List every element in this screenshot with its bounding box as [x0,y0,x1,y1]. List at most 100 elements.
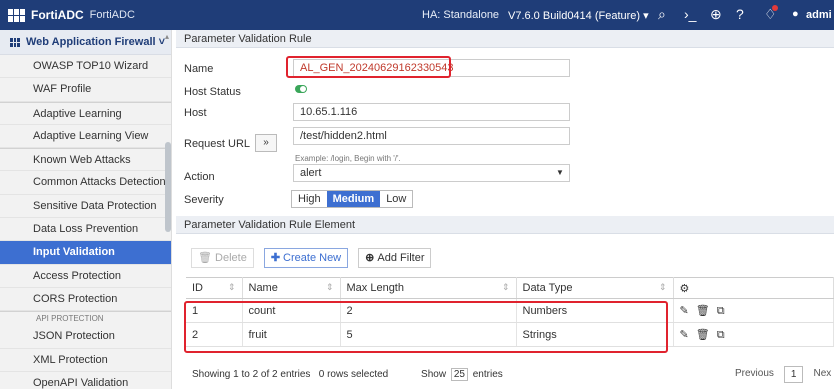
request-url-field[interactable]: /test/hidden2.html [293,127,570,145]
column-id-label: ID [192,282,203,294]
host-field[interactable]: 10.65.1.116 [293,103,570,121]
sort-icon: ⇕ [227,282,236,292]
column-max-length-label: Max Length [346,282,404,294]
trash-icon[interactable]: 🗑 [696,305,710,317]
host-label: Host [184,107,207,119]
sidebar-item-input-validation[interactable]: Input Validation [0,241,171,265]
sidebar: Web Application Firewall ˅ OWASP TOP10 W… [0,30,172,389]
show-label: Show [421,369,447,380]
sidebar-item-access-protection[interactable]: Access Protection [0,265,171,288]
logo[interactable]: FortiADC FortiADC [8,8,135,22]
waf-icon [10,37,20,47]
sidebar-item-common-attacks[interactable]: Common Attacks Detection [0,171,171,195]
request-url-hint: Example: /login, Begin with '/'. [295,154,401,163]
scroll-thumb[interactable] [165,142,171,232]
rows-highlight [184,301,668,353]
sidebar-item-data-loss-prevention[interactable]: Data Loss Prevention [0,218,171,242]
version-text: V7.6.0 Build0414 (Feature) [508,10,641,22]
pagination: Previous 1 Nex [729,366,834,383]
sidebar-item-xml-protection[interactable]: XML Protection [0,349,171,372]
element-toolbar: 🗑 Delete ✚ Create New ⊕ Add Filter [191,248,441,268]
help-icon[interactable]: ? [736,6,744,22]
page-1-button[interactable]: 1 [783,366,804,383]
scroll-up-icon[interactable]: ▴ [165,32,169,41]
chevron-down-icon: ▼ [556,168,564,177]
column-data-type-label: Data Type [522,282,573,294]
name-highlight [286,56,451,78]
fortinet-logo-icon [8,8,25,22]
severity-label: Severity [184,194,224,206]
host-status-toggle[interactable] [295,85,307,93]
user-icon: ● [792,8,799,20]
sidebar-item-adaptive-learning-view[interactable]: Adaptive Learning View [0,125,171,149]
rows-selected: 0 rows selected [318,369,389,380]
main-content: Parameter Validation Rule Name AL_GEN_20… [176,30,834,389]
sidebar-header-waf[interactable]: Web Application Firewall ˅ [0,30,171,55]
trash-icon[interactable]: 🗑 [696,329,710,341]
notification-badge [772,5,778,11]
severity-high-button[interactable]: High [292,191,327,207]
rule-section-title: Parameter Validation Rule [176,30,834,48]
column-name[interactable]: Name ⇕ [242,277,341,299]
host-status-label: Host Status [184,86,241,98]
clone-icon[interactable]: ⧉ [717,305,725,317]
create-new-button[interactable]: ✚ Create New [263,248,349,268]
cli-console-icon[interactable]: ›_ [684,6,696,22]
sidebar-item-waf-profile[interactable]: WAF Profile [0,78,171,102]
add-circle-icon: ⊕ [365,252,375,264]
action-label: Action [184,171,215,183]
column-name-label: Name [248,282,278,294]
entries-summary: Showing 1 to 2 of 2 entries [192,369,311,380]
name-label: Name [184,63,214,75]
sidebar-item-owasp-wizard[interactable]: OWASP TOP10 Wizard [0,55,171,79]
action-select[interactable]: alert [293,164,570,182]
sidebar-item-json-protection[interactable]: JSON Protection [0,325,171,349]
sidebar-item-openapi-validation[interactable]: OpenAPI Validation [0,372,171,389]
next-page-button[interactable]: Nex [807,366,834,383]
sidebar-item-known-web-attacks[interactable]: Known Web Attacks [0,148,171,172]
add-filter-button[interactable]: ⊕ Add Filter [358,248,432,268]
request-url-expand-button[interactable]: » [255,134,277,152]
top-bar: FortiADC FortiADC HA: Standalone V7.6.0 … [0,0,834,30]
previous-page-button[interactable]: Previous [729,366,780,383]
sort-icon: ⇕ [658,282,667,292]
sidebar-item-adaptive-learning[interactable]: Adaptive Learning [0,101,171,125]
element-section-title: Parameter Validation Rule Element [176,216,834,234]
search-icon[interactable]: ⌕ [658,6,666,23]
add-filter-label: Add Filter [377,252,425,264]
column-max-length[interactable]: Max Length ⇕ [340,277,517,299]
severity-selector: High Medium Low [291,190,414,208]
table-header-row: ID ⇕ Name ⇕ Max Length ⇕ Data Type ⇕ ⚙ [186,277,834,299]
admin-user-menu[interactable]: admi [806,9,832,21]
edit-pencil-icon[interactable]: ✎ [680,329,689,341]
sort-icon: ⇕ [325,282,334,292]
sidebar-header-label: Web Application Firewall [26,36,156,48]
sidebar-item-cors-protection[interactable]: CORS Protection [0,288,171,312]
cell-actions: ✎ 🗑 ⧉ [673,298,834,323]
delete-label: Delete [215,252,247,264]
sidebar-scrollbar[interactable]: ▴ [165,32,171,372]
sidebar-item-sensitive-data[interactable]: Sensitive Data Protection [0,195,171,219]
gear-icon[interactable]: ⚙ [680,283,690,295]
delete-button[interactable]: 🗑 Delete [191,248,254,268]
severity-medium-button[interactable]: Medium [326,191,381,207]
create-new-label: Create New [283,252,342,264]
sort-icon: ⇕ [501,282,510,292]
request-url-label: Request URL [184,138,251,150]
edit-pencil-icon[interactable]: ✎ [680,305,689,317]
page-size-select[interactable]: 25 [450,368,468,381]
trash-icon: 🗑 [198,252,212,264]
entries-label: entries [472,369,503,380]
brand-name: FortiADC [31,8,84,22]
plus-icon: ✚ [270,252,281,264]
severity-low-button[interactable]: Low [380,191,413,207]
version-dropdown[interactable]: V7.6.0 Build0414 (Feature) ▾ [508,9,649,22]
column-data-type[interactable]: Data Type ⇕ [516,277,674,299]
clone-icon[interactable]: ⧉ [717,329,725,341]
column-id[interactable]: ID ⇕ [186,277,243,299]
device-name: FortiADC [89,9,135,21]
cell-actions: ✎ 🗑 ⧉ [673,322,834,347]
globe-icon[interactable]: ⊕ [710,6,722,23]
table-footer: Showing 1 to 2 of 2 entries 0 rows selec… [192,368,503,381]
ha-status: HA: Standalone [422,9,500,21]
